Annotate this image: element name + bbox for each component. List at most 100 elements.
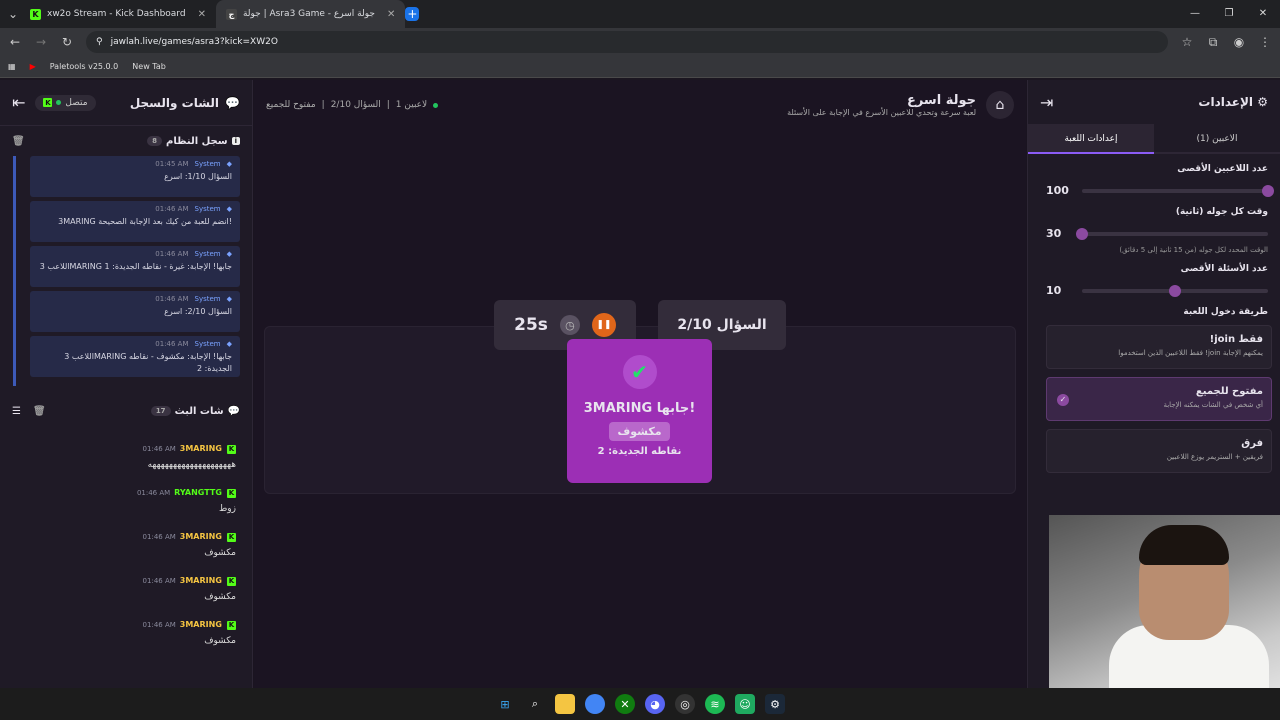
address-bar-row: ← → ↻ ⚲ jawlah.live/games/asra3?kick=XW2O… [0,28,1280,56]
delete-chat-icon[interactable]: 🗑 [33,406,46,417]
game-title: جولة اسرع [906,93,976,108]
selected-check-icon: ✓ [1057,394,1069,406]
system-icon: ◆ [226,340,232,348]
live-dot [433,102,439,108]
chat-message: 01:46 AM 3MARING K ههههههههههههههههههههه [12,436,236,470]
profile-icon[interactable]: ◉ [1232,35,1246,49]
info-icon: i [231,137,240,145]
system-icon: ◆ [226,160,232,168]
log-sender: System [194,295,221,303]
chat-text: مكشوف [204,592,236,602]
spotify-icon[interactable]: ≋ [705,694,725,714]
setting-label: وقت كل جوله (ثانية) [1175,207,1268,217]
tab-kick-dashboard[interactable]: Kxw2o Stream - Kick Dashboard ✕ [20,0,216,28]
chat-panel: ⇤ K متصل الشات والسجل 💬 🗑 8 سجل النظام i 01:4… [0,80,253,688]
chat-username[interactable]: 3MARING [180,620,222,629]
slider-thumb[interactable] [1262,184,1274,197]
jawlah-icon: ج [225,8,237,20]
slider-thumb[interactable] [1076,227,1088,240]
tab-asra3-game[interactable]: ج جولة | Asra3 Game - جولة اسرع ✕ [215,0,406,28]
max-players-slider[interactable] [1082,184,1274,197]
mode-text: مفتوح للجميع [266,100,316,110]
tab-players[interactable]: الاعبين (1) [1154,124,1280,154]
log-text: 3MARING انضم للعبة من كيك بعد الإجابة ال… [58,217,232,226]
system-icon: ◆ [226,295,232,303]
clock-icon: ◷ [559,315,580,335]
round-time-slider[interactable] [1076,227,1268,240]
pause-button[interactable]: ❚❚ [591,313,616,337]
chat-username[interactable]: RYANGTTG [174,488,222,497]
file-explorer-icon[interactable] [555,694,575,714]
close-icon[interactable]: ✕ [387,9,395,20]
search-icon[interactable]: ⌕ [525,694,545,714]
restore-icon[interactable]: ❐ [1212,0,1246,28]
system-log-item: 01:46 AM System ◆ اللاعب 3MARING جابها! الإ… [30,246,240,287]
obs-icon[interactable]: ◎ [675,694,695,714]
join-mode-option-join-only[interactable]: !join فقط فقط اللاعبين الذين استخدموا !jo… [1046,325,1272,369]
log-time: 01:46 AM [155,340,189,348]
option-desc: فريقين + الستريمر يوزع اللاعبين [1166,453,1263,461]
extensions-icon[interactable]: ⧉ [1206,35,1220,50]
minimize-icon[interactable]: — [1178,0,1212,28]
log-time: 01:45 AM [155,160,189,168]
check-icon: ✔ [622,355,657,389]
chat-bubble-icon: 💬 [227,405,240,417]
steam-icon[interactable]: ⚙ [765,694,785,714]
setting-hint: الوقت المحدد لكل جوله (من 15 ثانية إلى 5… [1119,246,1268,254]
close-icon[interactable]: ✕ [198,9,206,20]
reload-icon[interactable]: ↻ [60,35,74,49]
site-info-icon[interactable]: ⚲ [96,37,103,47]
url-field[interactable]: ⚲ jawlah.live/games/asra3?kick=XW2O [86,31,1168,53]
chrome-icon[interactable] [585,694,605,714]
kick-icon: K [30,8,41,20]
new-tab-button[interactable]: + [405,7,420,21]
game-header: مفتوح للجميع | السؤال 2/10 | 1 لاعبين جولة ا… [254,80,1026,130]
game-launcher-icon[interactable]: ☺ [735,694,755,714]
status-text: متصل [65,97,88,108]
bookmark-new-tab[interactable]: New Tab [132,62,166,71]
winner-card: ✔ 3MARING جابها! مكشوف نقاطه الجديدة: 2 [567,339,712,483]
system-log-list[interactable]: 01:45 AM System ◆ السؤال 1/10: اسرع 01:46 AM… [13,156,252,386]
bookmarks-bar: ▦ ▶ Paletools v25.0.0 New Tab [0,56,1280,78]
collapse-panel-icon[interactable]: ⇤ [12,93,25,112]
chat-username[interactable]: 3MARING [180,444,222,453]
settings-header: ⇥ الإعدادات ⚙ [1028,80,1280,124]
stream-chat-list[interactable]: 01:46 AM 3MARING K ههههههههههههههههههههه 01… [0,426,252,646]
close-window-icon[interactable]: ✕ [1246,0,1280,28]
timer-value: 25s [514,315,548,335]
youtube-icon[interactable]: ▶ [30,62,36,71]
tab-search-icon[interactable]: ⌄ [6,7,20,21]
menu-icon[interactable]: ⋮ [1258,35,1272,49]
winner-name: 3MARING جابها! [583,401,696,416]
tab-game-settings[interactable]: إعدادات اللعبة [1028,124,1154,154]
bookmark-paletools[interactable]: Paletools v25.0.0 [50,62,119,71]
setting-value: 100 [1046,184,1069,197]
join-mode-option-open[interactable]: ✓ مفتوح للجميع أي شخص في الشات يمكنه الإجا… [1046,377,1272,421]
window-controls: — ❐ ✕ [1178,0,1280,28]
delete-log-icon[interactable]: 🗑 [12,136,25,147]
log-sender: System [194,205,221,213]
apps-icon[interactable]: ▦ [8,62,16,71]
log-meta: 01:46 AM System ◆ [38,340,232,348]
discord-icon[interactable]: ◕ [645,694,665,714]
section-title: شات البث [174,405,224,417]
bookmark-star-icon[interactable]: ☆ [1180,35,1194,49]
home-button[interactable]: ⌂ [986,91,1014,119]
xbox-icon[interactable]: ✕ [615,694,635,714]
option-title: فرق [1241,438,1263,449]
slider-thumb[interactable] [1169,284,1181,297]
setting-label: عدد اللاعبين الأقصى [1177,164,1268,174]
chat-username[interactable]: 3MARING [180,532,222,541]
filter-icon[interactable]: ☰ [12,406,21,417]
windows-start-icon[interactable]: ⊞ [495,694,515,714]
log-meta: 01:45 AM System ◆ [38,160,232,168]
collapse-settings-icon[interactable]: ⇥ [1040,93,1053,112]
max-questions-slider[interactable] [1082,284,1268,297]
game-area: مفتوح للجميع | السؤال 2/10 | 1 لاعبين جولة ا… [254,80,1026,688]
system-icon: ◆ [226,250,232,258]
join-mode-option-teams[interactable]: فرق فريقين + الستريمر يوزع اللاعبين [1046,429,1272,473]
join-mode-setting: طريقة دخول اللعبة [1028,297,1280,317]
back-icon[interactable]: ← [8,35,22,49]
forward-icon[interactable]: → [34,35,48,49]
chat-username[interactable]: 3MARING [180,576,222,585]
